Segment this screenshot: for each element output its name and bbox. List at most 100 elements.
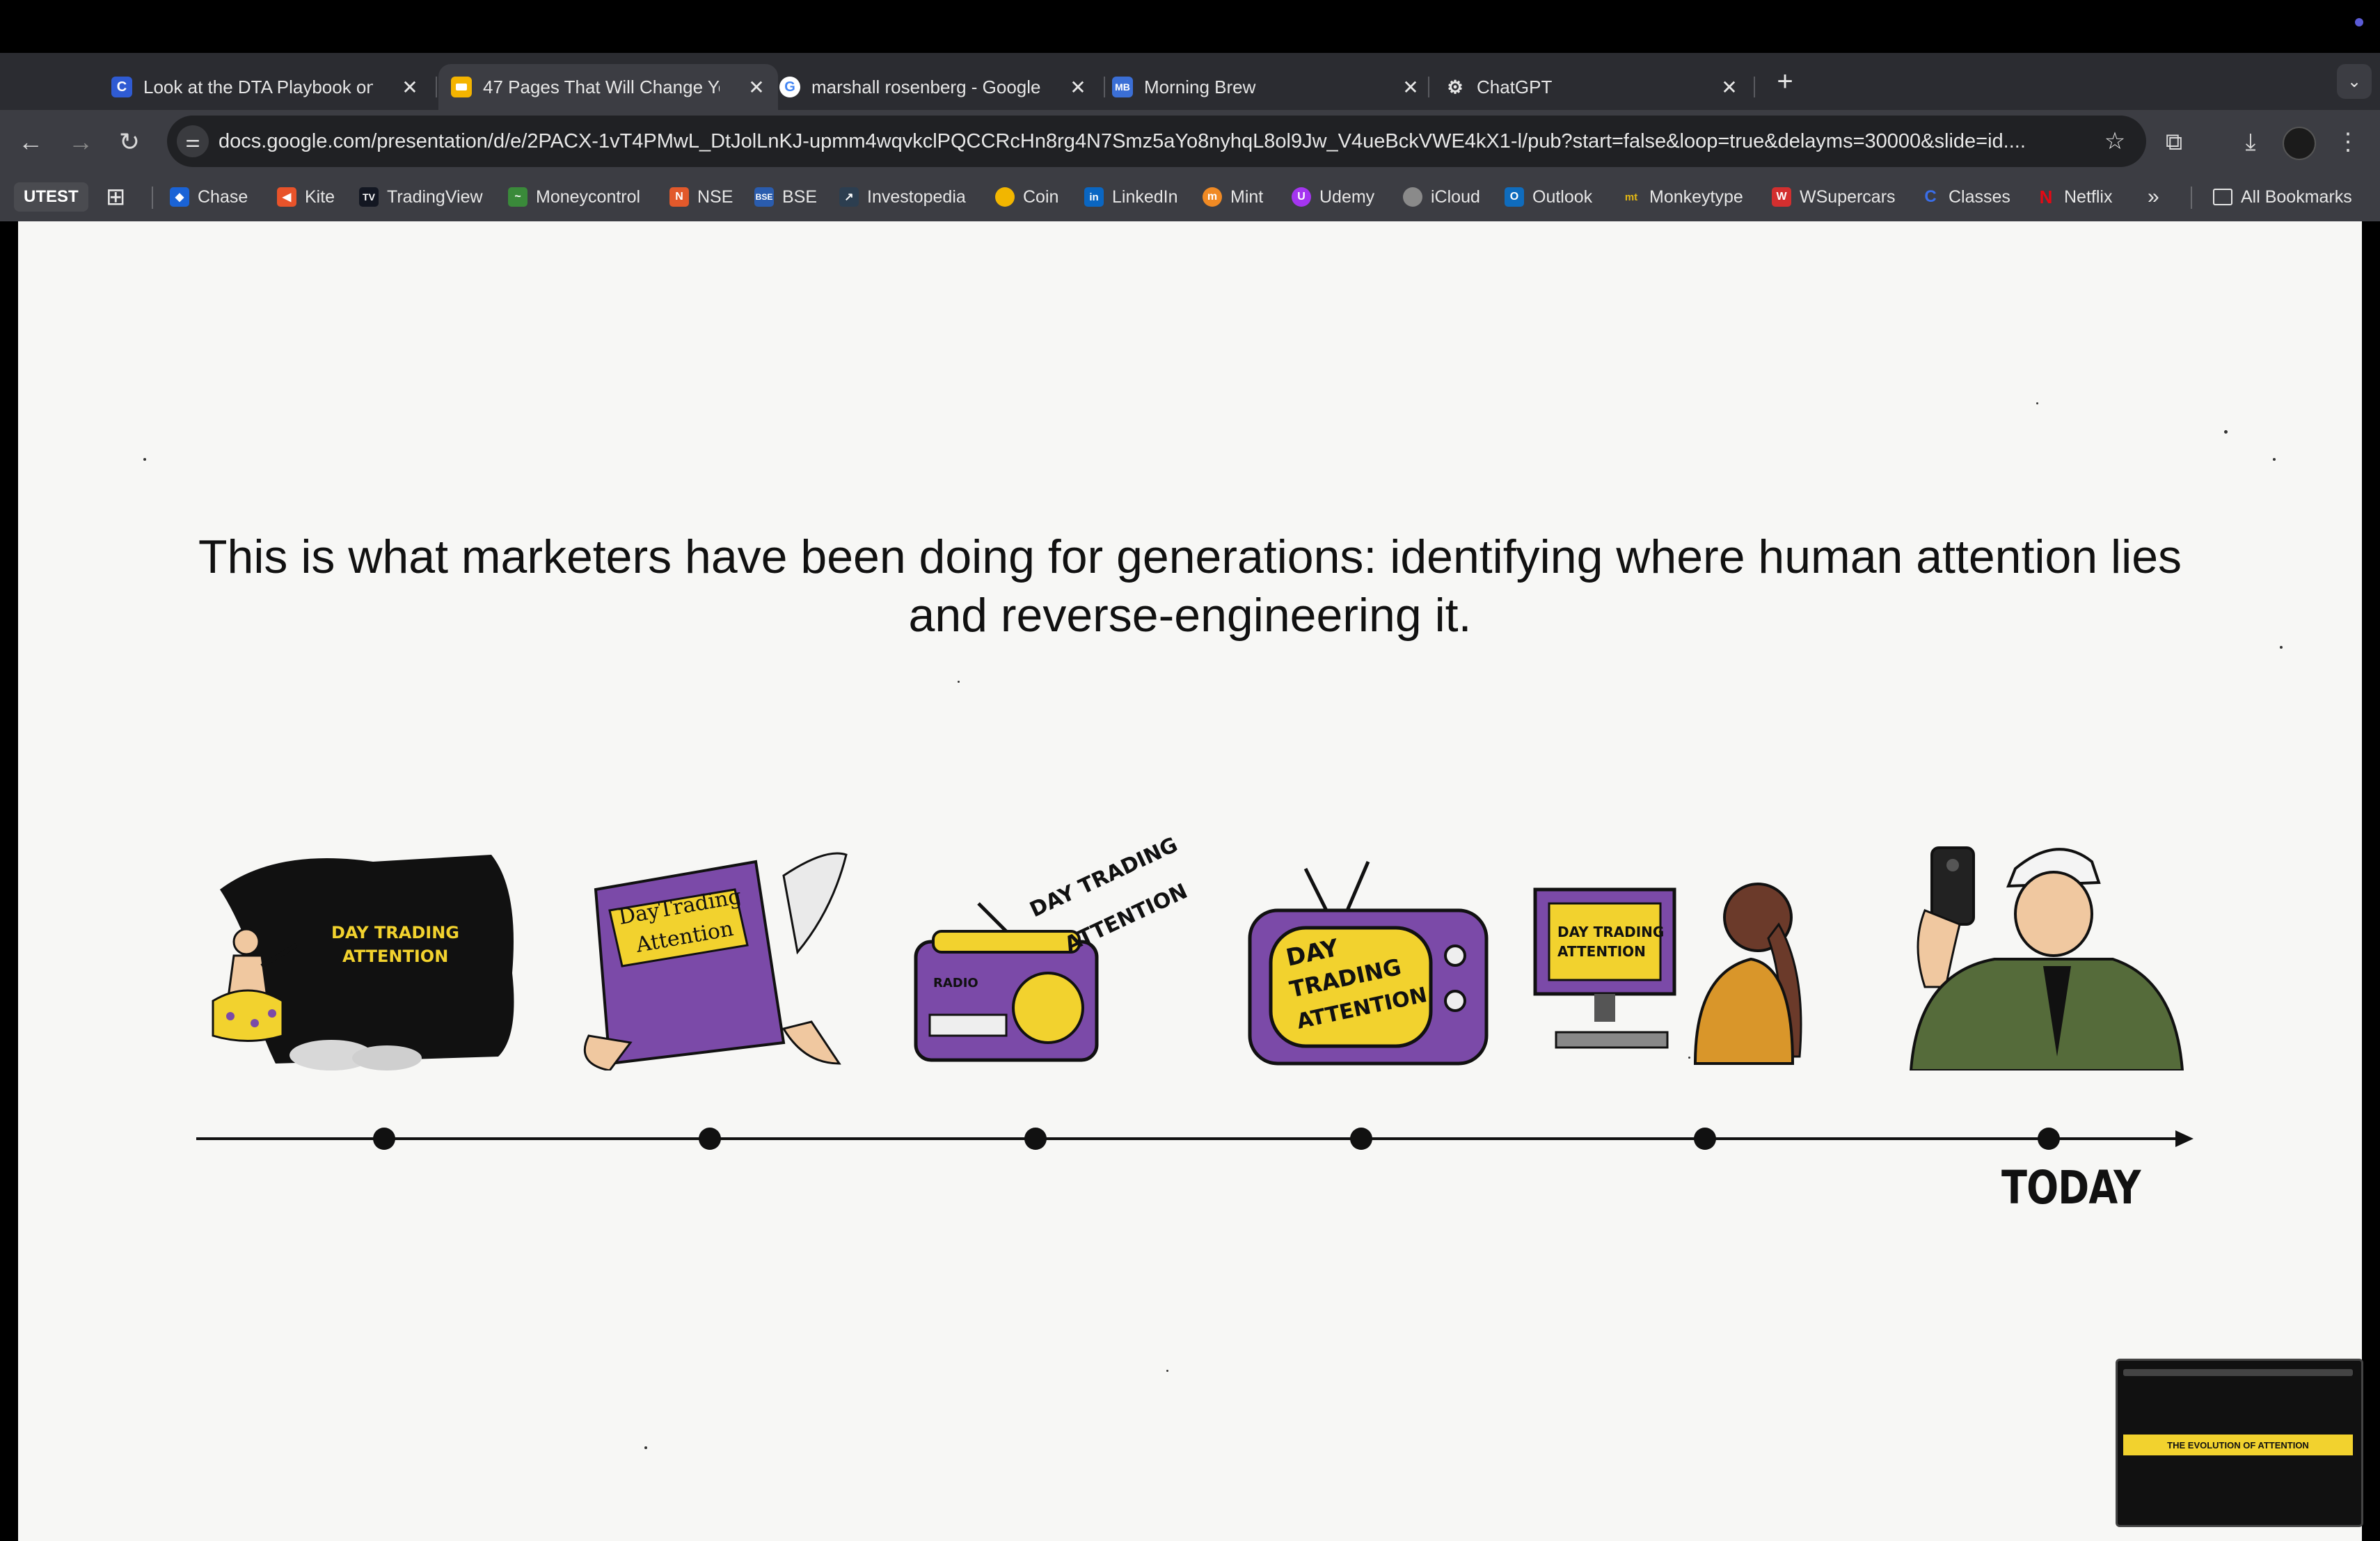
bookmark-label: Chase: [198, 187, 248, 207]
more-menu-icon[interactable]: ⋮: [2329, 123, 2367, 161]
close-tab-icon[interactable]: ✕: [1066, 75, 1090, 99]
paper-speck: [2036, 402, 2038, 404]
extensions-puzzle-icon[interactable]: ⧉: [2155, 123, 2193, 161]
investopedia-icon: ↗: [839, 187, 859, 207]
bookmark-label: BSE: [782, 187, 818, 207]
folder-icon: [2213, 189, 2232, 205]
bookmark-mint[interactable]: m Mint: [1203, 182, 1263, 212]
slide-thumbnail-preview[interactable]: THE EVOLUTION OF ATTENTION: [2116, 1359, 2363, 1527]
morning-brew-icon: MB: [1112, 77, 1133, 97]
profile-avatar[interactable]: [2283, 127, 2316, 160]
tab-morning-brew[interactable]: MB Morning Brew ✕: [1112, 64, 1432, 110]
wsupercars-icon: W: [1772, 187, 1791, 207]
bookmark-classes[interactable]: C Classes: [1921, 182, 2010, 212]
close-tab-icon[interactable]: ✕: [398, 75, 422, 99]
monitor-stand: [1594, 994, 1615, 1022]
bookmark-outlook[interactable]: O Outlook: [1505, 182, 1592, 212]
thumbnail-caption: THE EVOLUTION OF ATTENTION: [2123, 1435, 2353, 1455]
nse-icon: N: [669, 187, 689, 207]
phone-camera: [1946, 859, 1959, 871]
bookmark-label: Netflix: [2064, 187, 2113, 207]
url-text[interactable]: docs.google.com/presentation/d/e/2PACX-1…: [219, 116, 2084, 167]
chase-icon: ◆: [170, 187, 189, 207]
bookmark-utest[interactable]: UTEST: [14, 182, 88, 212]
close-tab-icon[interactable]: ✕: [1399, 75, 1422, 99]
google-slides-icon: [451, 77, 472, 97]
bookmark-label: NSE: [697, 187, 733, 207]
radio-dial: [928, 1013, 1008, 1037]
cave-label-line2: ATTENTION: [342, 947, 448, 966]
bookmark-nse[interactable]: N NSE: [669, 182, 733, 212]
apps-grid-icon[interactable]: ⊞: [106, 182, 126, 212]
radio-illustration: RADIO DAY TRADING ATTENTION: [914, 834, 1191, 1062]
bookmark-label: Investopedia: [867, 187, 966, 207]
bookmark-star-icon[interactable]: ☆: [2099, 125, 2131, 157]
tv-knob: [1444, 945, 1466, 967]
tab-title: Morning Brew: [1144, 76, 1256, 97]
right-hand: [782, 1020, 841, 1065]
bookmark-udemy[interactable]: U Udemy: [1292, 182, 1374, 212]
browser-toolbar: ← → ↻ ⚌ docs.google.com/presentation/d/e…: [0, 110, 2380, 173]
bookmark-wsupercars[interactable]: W WSupercars: [1772, 182, 1896, 212]
tab-47-pages[interactable]: 47 Pages That Will Change Yo ✕: [438, 64, 778, 110]
bookmark-label: Monkeytype: [1649, 187, 1743, 207]
timeline-dot: [1024, 1128, 1047, 1150]
bookmark-netflix[interactable]: N Netflix: [2036, 182, 2113, 212]
site-settings-icon[interactable]: ⚌: [177, 125, 209, 157]
rock: [352, 1045, 422, 1070]
c-logo-icon: C: [111, 77, 132, 97]
bookmark-label: LinkedIn: [1112, 187, 1178, 207]
apple-icon: [1403, 187, 1422, 207]
back-arrow-icon[interactable]: ←: [11, 123, 50, 161]
bookmark-bse[interactable]: BSE BSE: [754, 182, 817, 212]
paper-speck: [2273, 458, 2276, 461]
presentation-slide[interactable]: This is what marketers have been doing f…: [18, 221, 2362, 1541]
timeline-dot: [2038, 1128, 2060, 1150]
left-hand: [583, 1034, 633, 1070]
bookmark-label: Coin: [1023, 187, 1059, 207]
cave-painting-illustration: DAY TRADING ATTENTION: [212, 855, 514, 1070]
paper-speck: [2280, 646, 2283, 649]
tab-dta-playbook[interactable]: C Look at the DTA Playbook on ✕: [111, 64, 431, 110]
forward-arrow-icon[interactable]: →: [61, 123, 100, 161]
tab-search-chevron-down-icon[interactable]: ⌄: [2337, 64, 2372, 99]
netflix-icon: N: [2039, 186, 2053, 207]
computer-label-line2: ATTENTION: [1557, 943, 1646, 960]
skirt-spot: [268, 1009, 276, 1018]
bookmark-investopedia[interactable]: ↗ Investopedia: [839, 182, 966, 212]
new-tab-button[interactable]: +: [1768, 64, 1802, 99]
udemy-icon: U: [1292, 187, 1311, 207]
tab-chatgpt[interactable]: ⚙ ChatGPT ✕: [1445, 64, 1751, 110]
close-tab-icon[interactable]: ✕: [1717, 75, 1741, 99]
keyboard: [1555, 1031, 1669, 1049]
bookmark-label: Outlook: [1532, 187, 1593, 207]
radio-device-text: RADIO: [933, 976, 978, 990]
download-icon[interactable]: ⤓: [2231, 123, 2270, 161]
bookmark-tradingview[interactable]: TV TradingView: [359, 182, 483, 212]
bookmark-moneycontrol[interactable]: ~ Moneycontrol: [508, 182, 640, 212]
bookmarks-overflow-button[interactable]: »: [2148, 182, 2159, 212]
close-tab-icon[interactable]: ✕: [745, 75, 768, 99]
all-bookmarks-button[interactable]: All Bookmarks: [2213, 182, 2352, 212]
bookmark-linkedin[interactable]: in LinkedIn: [1084, 182, 1178, 212]
reload-icon[interactable]: ↻: [110, 123, 149, 161]
bookmark-kite[interactable]: ◀ Kite: [277, 182, 335, 212]
bookmark-monkeytype[interactable]: mt Monkeytype: [1621, 182, 1743, 212]
bookmark-chase[interactable]: ◆ Chase: [170, 182, 248, 212]
timeline-dot: [699, 1128, 721, 1150]
bookmark-icloud[interactable]: iCloud: [1403, 182, 1480, 212]
skirt-spot: [251, 1019, 259, 1027]
today-label: TODAY: [2001, 1161, 2141, 1215]
face: [2014, 871, 2093, 957]
newspaper-illustration: DayTrading Attention: [583, 852, 848, 1070]
timeline-dot: [1694, 1128, 1716, 1150]
address-bar[interactable]: ⚌ docs.google.com/presentation/d/e/2PACX…: [167, 116, 2146, 167]
bookmark-coin[interactable]: Coin: [995, 182, 1058, 212]
paper-speck: [143, 458, 146, 461]
bookmark-label: Udemy: [1319, 187, 1375, 207]
moneycontrol-icon: ~: [508, 187, 527, 207]
tv-antenna-left: [1303, 867, 1328, 912]
bookmark-label: iCloud: [1431, 187, 1480, 207]
tab-marshall-rosenberg[interactable]: G marshall rosenberg - Google S ✕: [779, 64, 1100, 110]
classes-icon: C: [1924, 187, 1937, 206]
